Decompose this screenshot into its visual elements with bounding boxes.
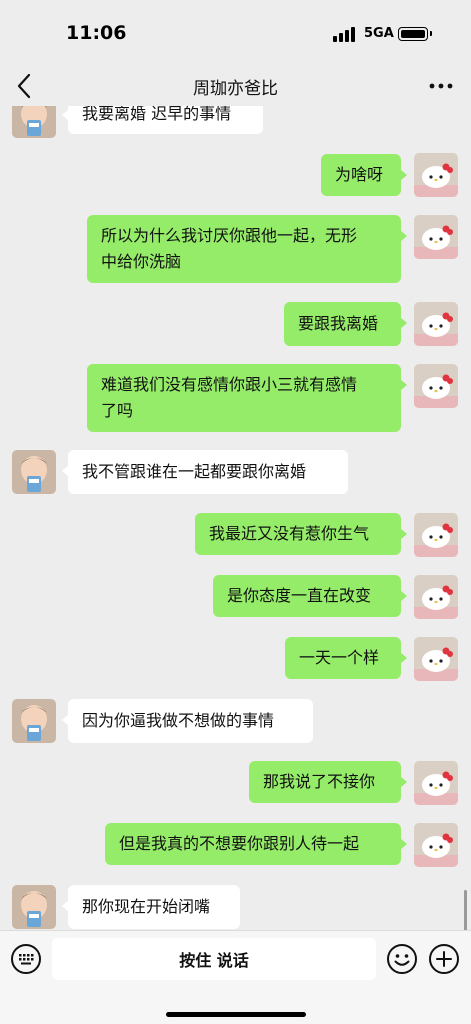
message-bubble[interactable]: 因为你逼我做不想做的事情 — [62, 699, 313, 743]
input-bar: 按住 说话 — [0, 930, 471, 1024]
message-row: 因为你逼我做不想做的事情 — [0, 699, 471, 743]
message-list[interactable]: 我要离婚 迟早的事情 为啥呀 所以为什么我讨厌你跟他一起，无形 中给你洗脑 要跟我… — [0, 106, 471, 930]
more-icon[interactable] — [426, 74, 456, 98]
home-indicator — [166, 1012, 306, 1017]
status-time: 11:06 — [66, 22, 127, 44]
message-text: 是你态度一直在改变 — [227, 586, 372, 605]
hello-kitty-avatar[interactable] — [414, 302, 458, 346]
message-bubble[interactable]: 我要离婚 迟早的事情 — [62, 106, 263, 134]
message-row: 我不管跟谁在一起都要跟你离婚 — [0, 450, 471, 494]
message-bubble[interactable]: 要跟我离婚 — [284, 302, 407, 346]
message-row: 我要离婚 迟早的事情 — [0, 106, 471, 138]
message-row: 我最近又没有惹你生气 — [0, 513, 471, 557]
message-text: 为啥呀 — [335, 165, 384, 184]
message-bubble[interactable]: 那你现在开始闭嘴 — [62, 885, 240, 929]
message-bubble[interactable]: 我最近又没有惹你生气 — [195, 513, 407, 555]
message-text: 我最近又没有惹你生气 — [209, 524, 370, 543]
message-text: 一天一个样 — [299, 648, 380, 667]
message-text: 那我说了不接你 — [263, 772, 376, 791]
message-text: 但是我真的不想要你跟别人待一起 — [119, 834, 360, 853]
message-row: 那你现在开始闭嘴 — [0, 885, 471, 929]
message-row: 但是我真的不想要你跟别人待一起 — [0, 823, 471, 867]
network-label: 5GA — [364, 26, 394, 41]
chat-header: 周珈亦爸比 — [0, 66, 471, 106]
message-text: 我要离婚 迟早的事情 — [82, 106, 232, 123]
message-text: 难道我们没有感情你跟小三就有感情 了吗 — [101, 375, 358, 420]
baby-avatar[interactable] — [12, 885, 56, 929]
message-text: 因为你逼我做不想做的事情 — [82, 711, 275, 730]
message-text: 要跟我离婚 — [298, 314, 379, 333]
scrollbar[interactable] — [464, 890, 467, 930]
baby-avatar[interactable] — [12, 106, 56, 138]
message-row: 为啥呀 — [0, 153, 471, 197]
battery-icon — [398, 27, 432, 41]
message-bubble[interactable]: 难道我们没有感情你跟小三就有感情 了吗 — [87, 364, 407, 432]
message-row: 一天一个样 — [0, 637, 471, 681]
message-text: 所以为什么我讨厌你跟他一起，无形 中给你洗脑 — [101, 226, 358, 271]
chat-title: 周珈亦爸比 — [193, 79, 278, 99]
hello-kitty-avatar[interactable] — [414, 761, 458, 805]
hello-kitty-avatar[interactable] — [414, 153, 458, 197]
status-bar: 11:06 5GA — [0, 0, 471, 66]
message-bubble[interactable]: 所以为什么我讨厌你跟他一起，无形 中给你洗脑 — [87, 215, 407, 283]
message-bubble[interactable]: 一天一个样 — [285, 637, 407, 679]
message-row: 要跟我离婚 — [0, 302, 471, 346]
message-bubble[interactable]: 我不管跟谁在一起都要跟你离婚 — [62, 450, 348, 494]
hello-kitty-avatar[interactable] — [414, 215, 458, 259]
hello-kitty-avatar[interactable] — [414, 513, 458, 557]
message-row: 那我说了不接你 — [0, 761, 471, 805]
message-row: 所以为什么我讨厌你跟他一起，无形 中给你洗脑 — [0, 215, 471, 285]
message-row: 难道我们没有感情你跟小三就有感情 了吗 — [0, 364, 471, 434]
hold-to-talk-button[interactable]: 按住 说话 — [52, 938, 376, 980]
baby-avatar[interactable] — [12, 699, 56, 743]
signal-icon — [333, 26, 357, 42]
message-text: 我不管跟谁在一起都要跟你离婚 — [82, 462, 307, 481]
message-bubble[interactable]: 那我说了不接你 — [249, 761, 407, 803]
hello-kitty-avatar[interactable] — [414, 637, 458, 681]
emoji-icon[interactable] — [386, 943, 418, 975]
baby-avatar[interactable] — [12, 450, 56, 494]
hello-kitty-avatar[interactable] — [414, 823, 458, 867]
keyboard-icon[interactable] — [10, 943, 42, 975]
message-bubble[interactable]: 是你态度一直在改变 — [213, 575, 407, 617]
message-bubble[interactable]: 为啥呀 — [321, 154, 407, 196]
message-text: 那你现在开始闭嘴 — [82, 897, 211, 916]
hello-kitty-avatar[interactable] — [414, 364, 458, 408]
message-bubble[interactable]: 但是我真的不想要你跟别人待一起 — [105, 823, 407, 865]
plus-icon[interactable] — [428, 943, 460, 975]
hello-kitty-avatar[interactable] — [414, 575, 458, 619]
message-row: 是你态度一直在改变 — [0, 575, 471, 619]
